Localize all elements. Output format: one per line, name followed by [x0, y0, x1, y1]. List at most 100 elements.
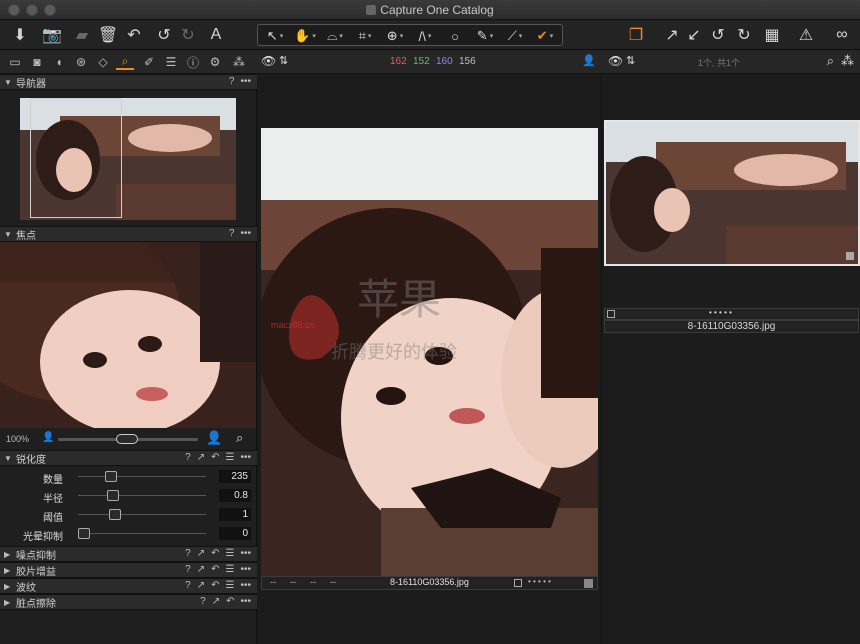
redo-right-icon[interactable]: ↻	[176, 23, 200, 47]
picker-icon[interactable]: ⟋ ▾	[500, 27, 530, 45]
brush-icon[interactable]: ✎ ▾	[470, 27, 500, 45]
rotate-right-icon[interactable]: ↻	[732, 23, 756, 47]
copy-apply-icon[interactable]: ↗	[212, 596, 220, 607]
undo-icon[interactable]: ↶	[122, 23, 146, 47]
more-icon[interactable]: •••	[240, 228, 251, 239]
reset-icon[interactable]: ↶	[211, 452, 219, 463]
import-icon[interactable]: ⬇	[8, 23, 32, 47]
square-icon[interactable]	[584, 579, 593, 588]
param-slider[interactable]	[78, 528, 206, 539]
trash-icon[interactable]: 🗑	[96, 23, 120, 47]
redo-left-icon[interactable]: ↺	[152, 23, 176, 47]
more-icon[interactable]: •••	[240, 76, 251, 87]
folder-icon[interactable]: ▰	[70, 23, 94, 47]
reset-icon[interactable]: ↶	[211, 564, 219, 575]
more-icon[interactable]: •••	[240, 596, 251, 607]
tab-batch-icon[interactable]: ⁂	[230, 54, 248, 70]
param-slider-thumb[interactable]	[109, 509, 121, 520]
copy-apply-icon[interactable]: ↗	[197, 564, 205, 575]
magnifier-icon[interactable]: ⌕	[236, 430, 243, 446]
copy-apply-icon[interactable]: ↗	[197, 580, 205, 591]
param-slider[interactable]	[78, 490, 206, 501]
annotation-icon[interactable]: ✔ ▾	[530, 27, 560, 45]
reset-icon[interactable]: ↶	[211, 580, 219, 591]
main-photo[interactable]: 苹果 折腾更好的体验 macx86.cn	[261, 128, 598, 576]
more-icon[interactable]: •••	[240, 580, 251, 591]
zoom-slider-thumb[interactable]	[116, 434, 138, 444]
pan-icon[interactable]: ✋ ▾	[290, 27, 320, 45]
sort-icon[interactable]: ⇅	[279, 54, 288, 67]
grid-icon[interactable]: ▦	[760, 23, 784, 47]
eye-icon[interactable]: 👁	[261, 54, 276, 68]
focus-section-header[interactable]: ▼ 焦点 ? •••	[0, 226, 257, 242]
noise-reduction-section-header[interactable]: ▶ 噪点抑制 ? ↗ ↶ ☰ •••	[0, 546, 257, 562]
rotate-left-icon[interactable]: ↺	[706, 23, 730, 47]
help-icon[interactable]: ?	[185, 452, 191, 463]
presets-icon[interactable]: ☰	[226, 580, 235, 591]
tab-list-icon[interactable]: ☰	[162, 54, 180, 70]
more-icon[interactable]: •••	[240, 564, 251, 575]
reset-icon[interactable]: ↶	[211, 548, 219, 559]
moire-section-header[interactable]: ▶ 波纹 ? ↗ ↶ ☰ •••	[0, 578, 257, 594]
browser-grid-icon[interactable]: ⁂	[841, 53, 854, 69]
focus-preview[interactable]	[0, 242, 256, 428]
sort-icon[interactable]: ⇅	[626, 54, 635, 67]
param-slider-thumb[interactable]	[107, 490, 119, 501]
eye-icon[interactable]: 👁	[608, 54, 623, 68]
person-icon[interactable]: 👤	[582, 54, 596, 67]
presets-icon[interactable]: ☰	[226, 548, 235, 559]
help-icon[interactable]: ?	[229, 76, 235, 87]
tab-brush-icon[interactable]: ✐	[140, 54, 158, 70]
zoom-slider[interactable]	[58, 434, 198, 444]
param-value-field[interactable]: 0.8	[219, 489, 251, 502]
tab-color-icon[interactable]: ⊛	[72, 54, 90, 70]
navigator-section-header[interactable]: ▼ 导航器 ? •••	[0, 74, 257, 90]
person-small-icon[interactable]: 👤	[42, 432, 54, 443]
sharpening-section-header[interactable]: ▼ 锐化度 ? ↗ ↶ ☰ •••	[0, 450, 257, 466]
param-value-field[interactable]: 0	[219, 527, 251, 540]
tab-capture-camera-icon[interactable]: ◙	[28, 54, 46, 70]
more-icon[interactable]: •••	[240, 452, 251, 463]
reset-icon[interactable]: ↶	[226, 596, 234, 607]
pointer-icon[interactable]: ↖ ▾	[260, 27, 290, 45]
camera-icon[interactable]: 📷	[40, 23, 64, 47]
arrow-ne-icon[interactable]: ↗	[660, 23, 684, 47]
presets-icon[interactable]: ☰	[226, 564, 235, 575]
arrow-sw-icon[interactable]: ↙	[682, 23, 706, 47]
search-icon[interactable]: ⌕	[827, 53, 834, 69]
stack-icon[interactable]: ❐	[624, 23, 648, 47]
param-slider[interactable]	[78, 471, 206, 482]
rating-dots[interactable]: • • • • •	[528, 577, 551, 586]
thumb-checkbox[interactable]	[607, 310, 615, 318]
crop-icon[interactable]: ⌗ ▾	[350, 27, 380, 45]
copy-apply-icon[interactable]: ↗	[197, 452, 205, 463]
thumb-rating-dots[interactable]: • • • • •	[709, 308, 732, 317]
crop-shape-icon[interactable]: ⌓ ▾	[320, 27, 350, 45]
text-icon[interactable]: A	[204, 23, 228, 47]
rotate-icon[interactable]: ⊕ ▾	[380, 27, 410, 45]
help-icon[interactable]: ?	[185, 564, 191, 575]
param-slider[interactable]	[78, 509, 206, 520]
navigator-preview[interactable]	[20, 98, 236, 220]
straighten-icon[interactable]: /\ ▾	[410, 27, 440, 45]
tab-exposure-icon[interactable]: ◖	[50, 54, 68, 70]
tab-lens-icon[interactable]: ◇	[94, 54, 112, 70]
presets-icon[interactable]: ☰	[226, 452, 235, 463]
param-slider-thumb[interactable]	[78, 528, 90, 539]
param-slider-thumb[interactable]	[105, 471, 117, 482]
circle-icon[interactable]: ○	[440, 27, 470, 45]
tab-focus-icon[interactable]: ⌕	[116, 54, 134, 70]
help-icon[interactable]: ?	[229, 228, 235, 239]
copy-apply-icon[interactable]: ↗	[197, 548, 205, 559]
tab-settings-icon[interactable]: ⚙	[206, 54, 224, 70]
param-value-field[interactable]: 1	[219, 508, 251, 521]
spot-removal-section-header[interactable]: ▶ 脏点擦除 ? ↗ ↶ •••	[0, 594, 257, 610]
tab-info-icon[interactable]: ⓘ	[184, 54, 202, 70]
person-large-icon[interactable]: 👤	[206, 430, 222, 446]
param-value-field[interactable]: 235	[219, 470, 251, 483]
more-icon[interactable]: •••	[240, 548, 251, 559]
browser-thumbnail[interactable]	[604, 120, 860, 266]
color-tag-checkbox[interactable]	[514, 579, 522, 587]
navigator-viewport-frame[interactable]	[30, 98, 122, 218]
tab-library-folder-icon[interactable]: ▭	[6, 54, 24, 70]
